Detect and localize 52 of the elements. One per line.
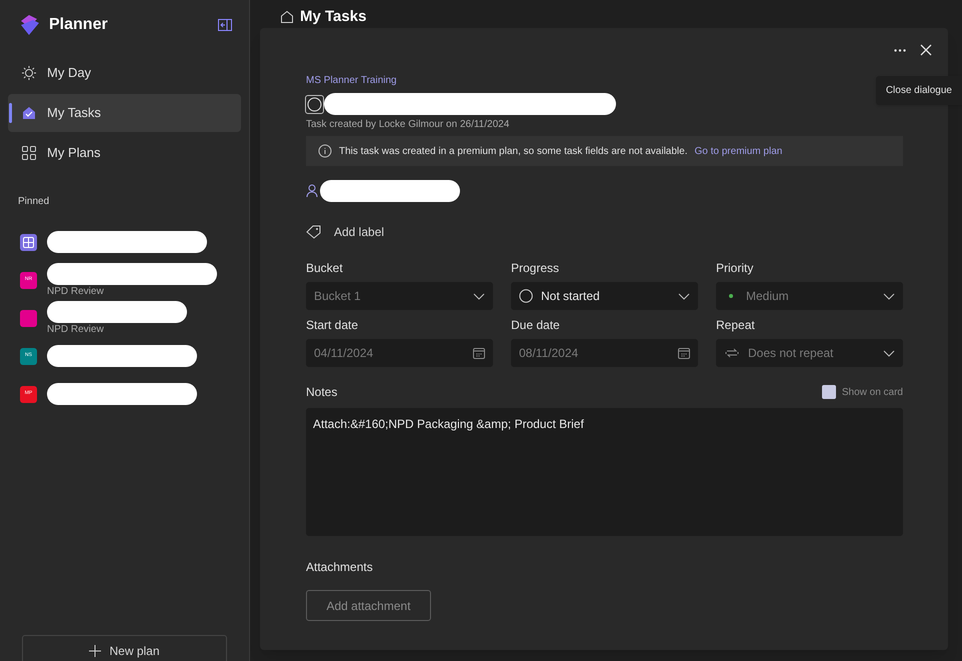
field-label: Bucket — [306, 260, 344, 277]
close-button[interactable] — [920, 44, 932, 56]
calendar-icon — [473, 347, 485, 359]
nav-item[interactable]: My Day — [8, 54, 241, 92]
plus-icon — [89, 645, 102, 657]
notes-field[interactable]: Attach:&#160;NPD Packaging &amp; Product Brief — [306, 408, 903, 536]
close-icon — [920, 44, 932, 56]
new-plan-button[interactable]: New plan — [22, 635, 227, 661]
plan-link[interactable]: MS Planner Training — [306, 73, 397, 88]
section-label: Notes — [306, 384, 338, 401]
plan-subtitle: NPD Review — [47, 324, 105, 336]
add-attachment-button[interactable]: Add attachment — [306, 590, 431, 621]
complete-checkbox[interactable] — [305, 94, 324, 114]
calendar-icon — [678, 347, 690, 359]
field-label: Start date — [306, 317, 360, 334]
page-title: My Tasks — [300, 7, 366, 27]
banner-text: This task was created in a premium plan, so some task fields are not available. — [339, 144, 688, 158]
tooltip: Close dialogue — [876, 76, 962, 105]
more-options-button[interactable] — [894, 48, 906, 52]
chevron-down-icon — [473, 292, 485, 300]
chevron-down-icon — [883, 350, 895, 356]
task-house-icon — [21, 105, 37, 121]
nav-item[interactable]: My Tasks — [8, 94, 241, 132]
checkbox-label: Show on card — [842, 386, 903, 400]
repeat-icon — [724, 347, 740, 359]
info-icon — [318, 144, 332, 158]
add-label-button[interactable]: Add label — [306, 223, 384, 241]
field-label: Repeat — [716, 317, 756, 334]
chevron-down-icon — [678, 292, 690, 300]
plan-subtitle: NPD Review — [47, 286, 105, 298]
house-icon — [280, 10, 294, 24]
section-label: Attachments — [306, 559, 374, 576]
circle-icon — [519, 289, 533, 303]
board-icon — [23, 236, 34, 248]
person-icon — [306, 183, 320, 199]
field-label: Priority — [716, 260, 754, 277]
tag-icon — [306, 225, 322, 239]
created-info: Task created by Locke Gilmour on 26/11/2024 — [306, 118, 510, 132]
app-title: Planner — [49, 15, 108, 35]
sidebar-toggle-icon — [218, 19, 232, 31]
field-label: Due date — [511, 317, 561, 334]
grid-icon — [21, 145, 37, 161]
field-label: Progress — [511, 260, 560, 277]
section-heading: Pinned — [17, 195, 50, 209]
nav-item[interactable]: My Plans — [8, 134, 241, 172]
premium-plan-link[interactable]: Go to premium plan — [694, 144, 782, 158]
ellipsis-icon — [894, 48, 906, 52]
circle-icon — [307, 96, 322, 112]
chevron-down-icon — [883, 292, 895, 300]
checkbox[interactable] — [822, 385, 836, 399]
sun-icon — [21, 65, 37, 81]
dropdown[interactable]: Not started — [511, 282, 698, 310]
